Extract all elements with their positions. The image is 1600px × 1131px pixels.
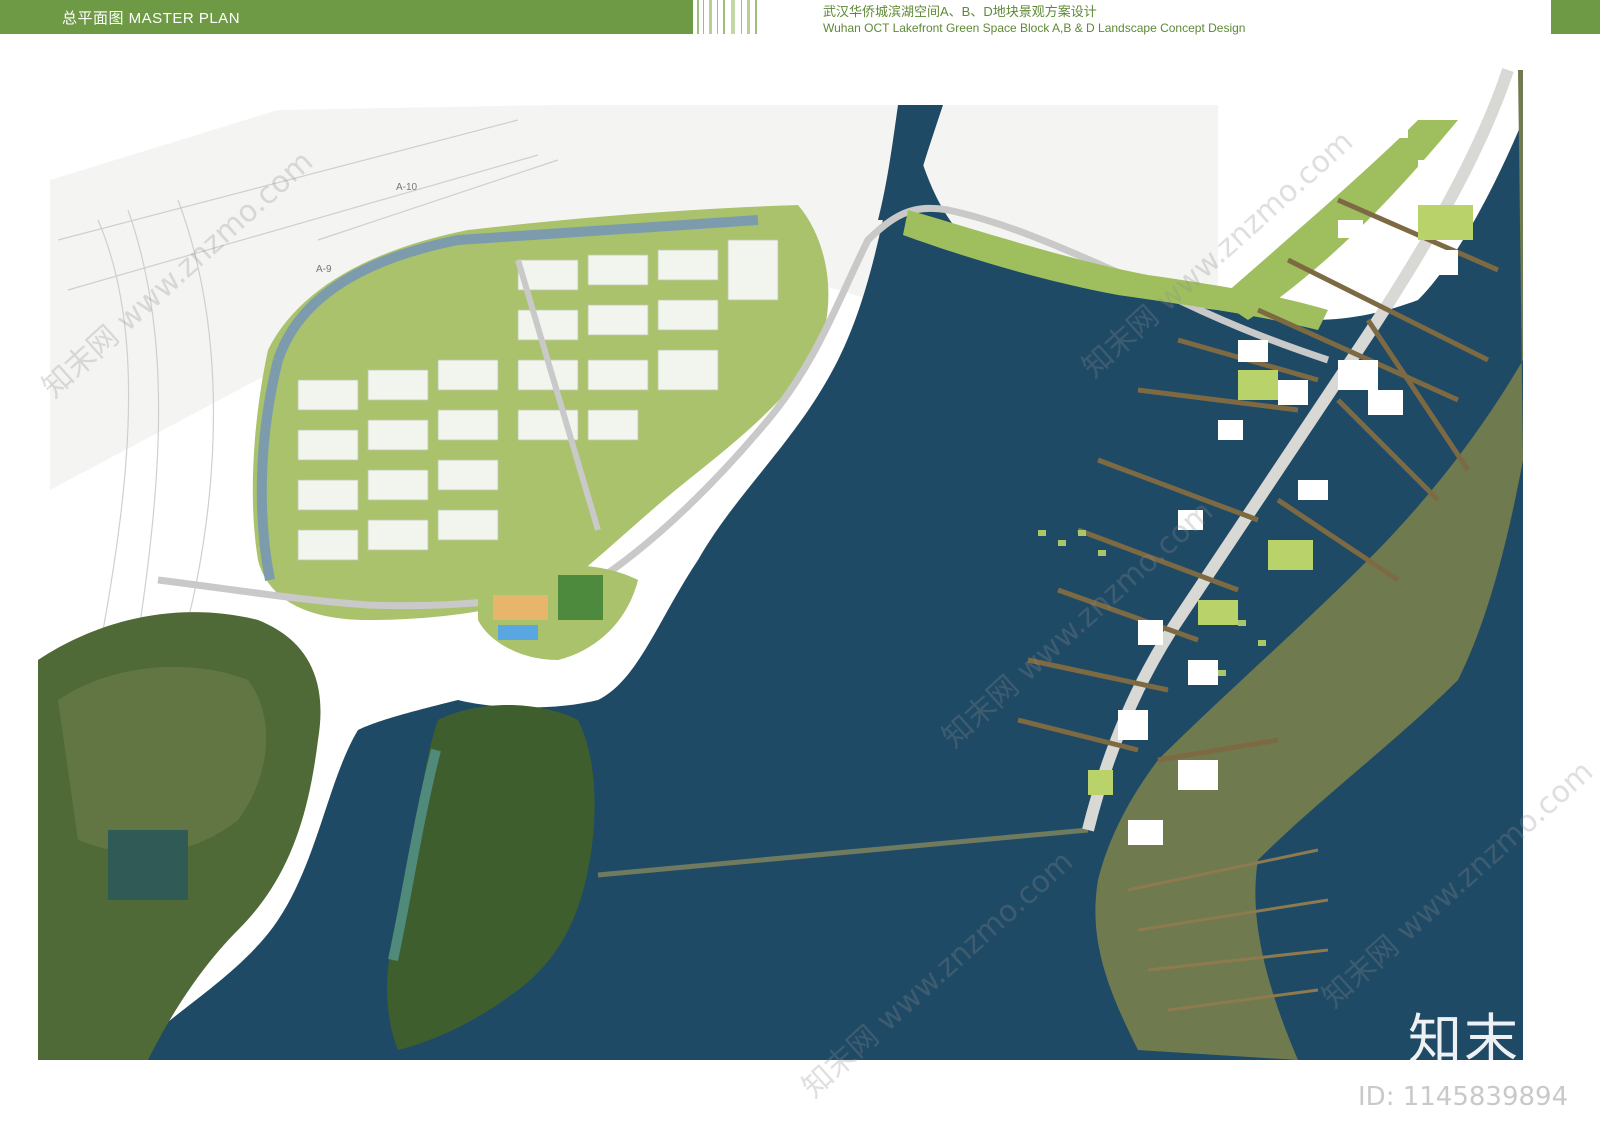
- pool: [498, 625, 538, 640]
- project-title-en: Wuhan OCT Lakefront Green Space Block A,…: [823, 21, 1246, 35]
- corner-block: [1551, 0, 1600, 34]
- pond: [108, 830, 188, 900]
- header-pattern: [693, 0, 763, 34]
- project-title-cn: 武汉华侨城滨湖空间A、B、D地块景观方案设计: [823, 4, 1097, 19]
- watermark-logo: 知末: [1408, 1008, 1520, 1071]
- page-title: 总平面图 MASTER PLAN: [62, 10, 241, 27]
- plaza-roofs: [493, 595, 548, 620]
- green-roof: [558, 575, 603, 620]
- road-label-a9: A-9: [316, 264, 332, 275]
- project-title: 武汉华侨城滨湖空间A、B、D地块景观方案设计 Wuhan OCT Lakefro…: [823, 4, 1245, 36]
- header-bar: 总平面图 MASTER PLAN: [0, 0, 693, 34]
- watermark-id: ID: 1145839894: [1358, 1082, 1569, 1112]
- road-label-a10: A-10: [396, 182, 418, 193]
